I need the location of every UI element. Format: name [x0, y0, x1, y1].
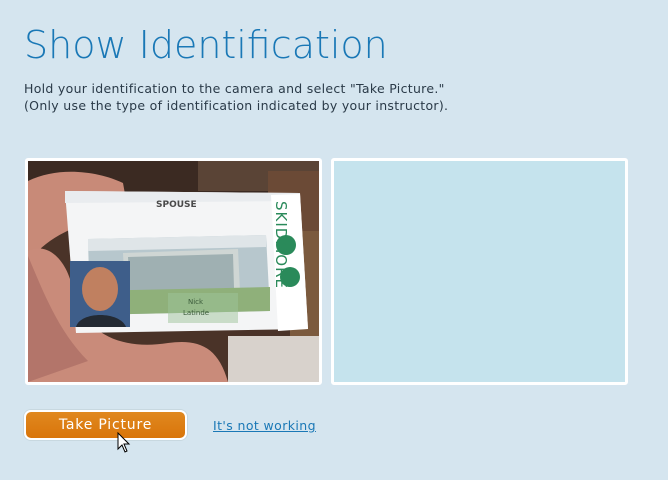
- instruction-line-1: Hold your identification to the camera a…: [24, 81, 445, 96]
- instruction-line-2: (Only use the type of identification ind…: [24, 98, 449, 113]
- page-title: Show Identification: [24, 23, 388, 67]
- take-picture-button[interactable]: Take Picture: [24, 410, 187, 440]
- not-working-link[interactable]: It's not working: [213, 418, 316, 433]
- camera-feed: SPOUSE SKIDMORE Nick Latinde: [25, 158, 322, 385]
- card-name-line-2: Latinde: [183, 309, 209, 317]
- captured-photo-placeholder: [331, 158, 628, 385]
- card-role-label: SPOUSE: [156, 200, 197, 210]
- card-institution-text: SKIDMORE: [272, 201, 290, 289]
- instructions: Hold your identification to the camera a…: [24, 80, 654, 114]
- card-name-line-1: Nick: [188, 298, 204, 306]
- mouse-pointer-icon: [117, 432, 131, 453]
- camera-feed-image: SPOUSE SKIDMORE Nick Latinde: [28, 161, 319, 382]
